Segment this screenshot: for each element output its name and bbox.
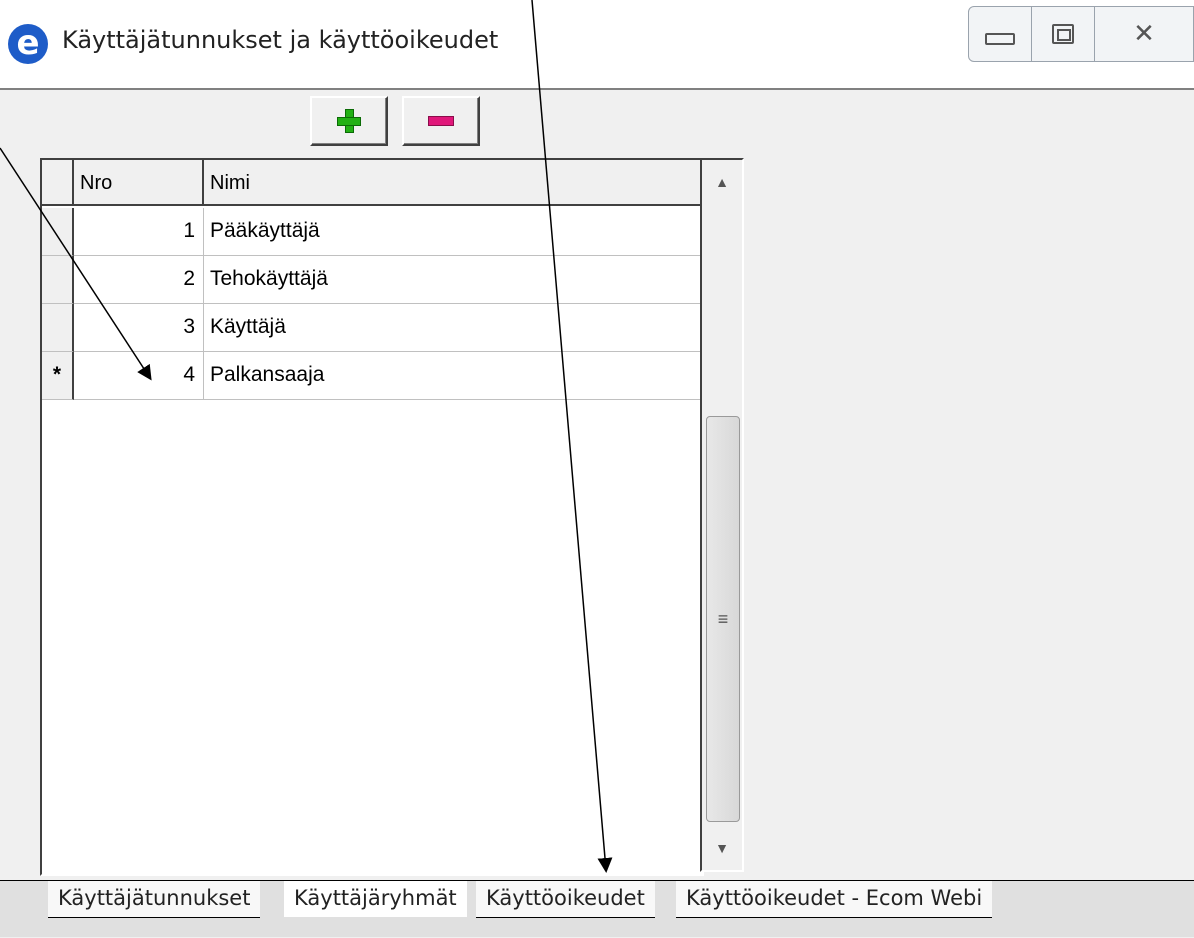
row-selector[interactable]	[42, 208, 74, 256]
table-row[interactable]: 1 Pääkäyttäjä	[42, 208, 702, 256]
add-row-button[interactable]	[310, 96, 388, 146]
vertical-scrollbar[interactable]: ▲ ≡ ▼	[700, 158, 744, 872]
tab-kayttooikeudet[interactable]: Käyttöoikeudet	[476, 881, 655, 918]
scroll-up-arrow-icon[interactable]: ▲	[702, 162, 742, 202]
close-icon: ✕	[1133, 19, 1155, 49]
minimize-button[interactable]	[968, 6, 1032, 62]
restore-icon	[1052, 24, 1074, 44]
cell-nimi[interactable]: Tehokäyttäjä	[204, 256, 702, 304]
cell-nimi[interactable]: Käyttäjä	[204, 304, 702, 352]
scroll-thumb[interactable]: ≡	[706, 416, 740, 822]
cell-nro[interactable]: 1	[74, 208, 204, 256]
row-selector[interactable]	[42, 304, 74, 352]
app-window: e Käyttäjätunnukset ja käyttöoikeudet ✕ …	[0, 0, 1194, 938]
cell-nro[interactable]: 4	[74, 352, 204, 400]
tab-bar: Käyttäjätunnukset Käyttäjäryhmät Käyttöo…	[0, 880, 1194, 937]
cell-nro[interactable]: 3	[74, 304, 204, 352]
e-app-icon: e	[8, 24, 48, 64]
scroll-down-arrow-icon[interactable]: ▼	[702, 828, 742, 868]
tab-kayttajatunnukset[interactable]: Käyttäjätunnukset	[48, 881, 261, 918]
title-bar[interactable]: e Käyttäjätunnukset ja käyttöoikeudet ✕	[0, 0, 1194, 88]
column-header-nro[interactable]: Nro	[74, 160, 204, 206]
remove-row-button[interactable]	[402, 96, 480, 146]
table-row[interactable]: 2 Tehokäyttäjä	[42, 256, 702, 304]
user-groups-grid[interactable]: Nro Nimi 1 Pääkäyttäjä 2 Tehokäyttäjä 3 …	[40, 158, 704, 876]
cell-nimi[interactable]: Pääkäyttäjä	[204, 208, 702, 256]
grip-icon: ≡	[717, 608, 729, 629]
table-row[interactable]: * 4 Palkansaaja	[42, 352, 702, 400]
close-button[interactable]: ✕	[1095, 6, 1194, 62]
minimize-icon	[985, 33, 1015, 45]
plus-icon	[337, 109, 361, 133]
tab-kayttajaryhmat[interactable]: Käyttäjäryhmät	[284, 881, 467, 917]
window-controls: ✕	[968, 6, 1194, 66]
window-title: Käyttäjätunnukset ja käyttöoikeudet	[62, 26, 499, 54]
cell-nro[interactable]: 2	[74, 256, 204, 304]
table-row[interactable]: 3 Käyttäjä	[42, 304, 702, 352]
maximize-button[interactable]	[1032, 6, 1095, 62]
column-header-nimi[interactable]: Nimi	[204, 160, 702, 206]
new-row-selector[interactable]: *	[42, 352, 74, 400]
row-selector[interactable]	[42, 256, 74, 304]
grid-header: Nro Nimi	[42, 160, 702, 208]
row-selector-header[interactable]	[42, 160, 74, 206]
minus-icon	[428, 116, 454, 126]
tab-kayttooikeudet-ecom-webi[interactable]: Käyttöoikeudet - Ecom Webi	[676, 881, 993, 918]
cell-nimi[interactable]: Palkansaaja	[204, 352, 702, 400]
